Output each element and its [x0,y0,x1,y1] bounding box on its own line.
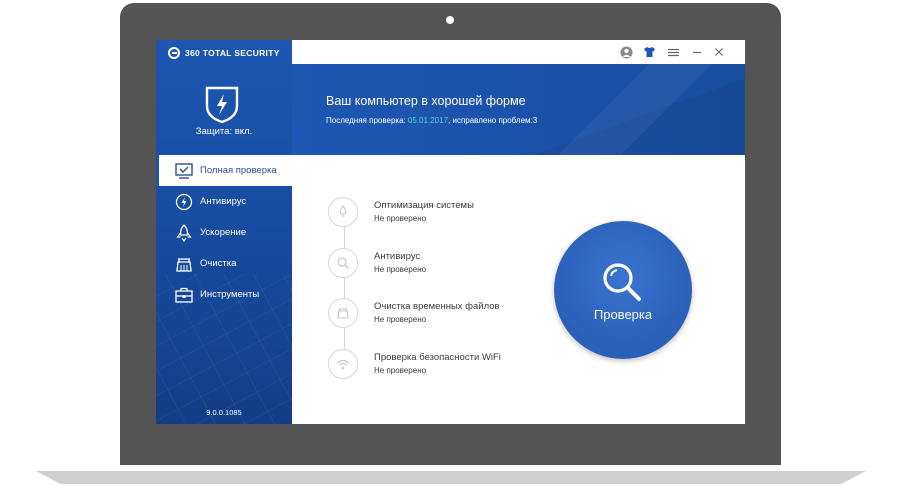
check-item-antivirus: Антивирус Не проверено [328,248,558,282]
camera-dot [446,16,454,24]
last-scan-date: 05.01.2017 [407,116,449,125]
timeline-connector [344,225,345,365]
monitor-check-icon [174,162,194,180]
shirt-icon[interactable] [642,45,656,59]
scan-button-label: Проверка [593,307,653,322]
toolbox-icon [174,286,194,304]
menu-icon[interactable] [666,45,680,59]
check-status: Не проверено [374,315,427,324]
app-window: 360 TOTAL SECURITY Защита: вкл. Полная п… [156,40,745,424]
laptop-base [36,471,866,484]
bell-rocket-icon [328,197,358,227]
check-item-optimization: Оптимизация системы Не проверено [328,197,558,231]
check-status: Не проверено [374,265,427,274]
brand-logo: 360 TOTAL SECURITY [168,45,280,61]
check-title: Антивирус [374,251,421,262]
version-label: 9.0.0.1085 [206,408,242,417]
last-scan-suffix: , исправлено проблем:3 [448,116,538,125]
minimize-icon[interactable] [690,45,704,59]
check-title: Оптимизация системы [374,200,474,211]
check-item-temp-files: Очистка временных файлов Не проверено [328,298,558,332]
sidebar-item-label: Полная проверка [200,165,277,176]
sidebar-item-full-scan[interactable]: Полная проверка [156,155,292,186]
sidebar-item-label: Ускорение [200,227,247,238]
close-icon[interactable] [712,45,726,59]
lightning-circle-icon [174,193,194,211]
wifi-icon [328,349,358,379]
banner-decoration [525,64,745,155]
check-item-wifi: Проверка безопасности WiFi Не проверено [328,349,558,383]
scan-button[interactable]: Проверка [554,221,692,359]
check-title: Проверка безопасности WiFi [374,352,501,363]
brand-name: 360 TOTAL SECURITY [185,48,280,58]
scan-content: Оптимизация системы Не проверено Антивир… [292,155,745,424]
last-scan-info: Последняя проверка: 05.01.2017, исправле… [326,116,537,125]
check-status: Не проверено [374,214,427,223]
sidebar-item-label: Инструменты [200,289,260,300]
check-status: Не проверено [374,366,427,375]
shield-icon [205,86,239,124]
sidebar: 360 TOTAL SECURITY Защита: вкл. Полная п… [156,40,292,424]
check-title: Очистка временных файлов [374,301,500,312]
magnifier-icon [603,263,641,301]
user-icon[interactable] [619,45,633,59]
sidebar-item-cleanup[interactable]: Очистка [156,248,292,279]
sidebar-nav: Полная проверка Антивирус Ускорение Очис… [156,155,292,310]
last-scan-prefix: Последняя проверка: [326,116,408,125]
rocket-icon [174,223,194,242]
brand-logo-icon [168,47,180,59]
titlebar [292,40,745,64]
broom-icon [328,298,358,328]
sidebar-item-label: Антивирус [200,196,247,207]
broom-icon [174,255,194,273]
search-icon [328,248,358,278]
protection-status: Защита: вкл. [195,126,253,137]
sidebar-item-antivirus[interactable]: Антивирус [156,186,292,217]
status-title: Ваш компьютер в хорошей форме [326,94,526,108]
sidebar-item-speedup[interactable]: Ускорение [156,217,292,248]
sidebar-item-tools[interactable]: Инструменты [156,279,292,310]
status-banner: Ваш компьютер в хорошей форме Последняя … [292,64,745,155]
sidebar-item-label: Очистка [200,258,237,269]
